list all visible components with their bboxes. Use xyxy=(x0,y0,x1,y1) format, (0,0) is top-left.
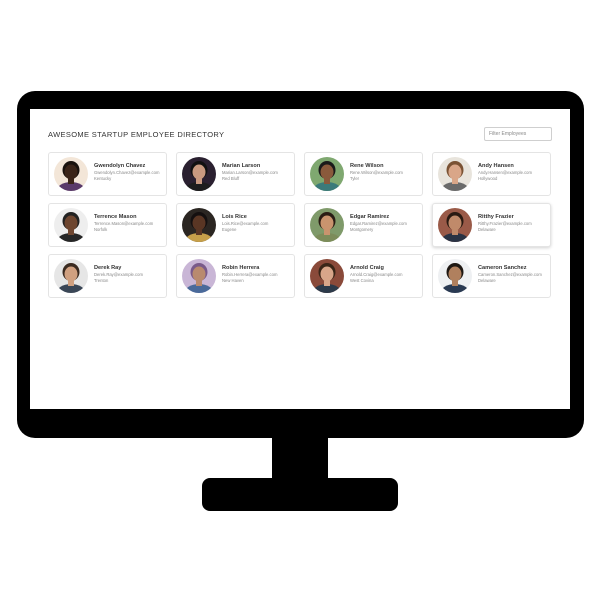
employee-info: Ritthy Frazier Ritthy.Frazier@example.co… xyxy=(478,214,548,232)
employee-photo xyxy=(438,259,472,293)
employee-card-1[interactable]: Gwendolyn Chavez Gwendolyn.Chavez@exampl… xyxy=(48,152,167,196)
employee-name: Cameron Sanchez xyxy=(478,265,527,271)
avatar xyxy=(54,259,88,293)
employee-card-12[interactable]: Cameron Sanchez Cameron.Sanchez@example.… xyxy=(432,254,551,298)
employee-info: Edgar Ramirez Edgar.Ramirez@example.com … xyxy=(350,214,420,232)
employee-photo xyxy=(310,208,344,242)
employee-name: Lois Rice xyxy=(222,214,247,220)
employee-info: Rene Wilson Rene.Wilson@example.com Tyle… xyxy=(350,163,420,181)
employee-photo xyxy=(182,208,216,242)
page-title: AWESOME STARTUP EMPLOYEE DIRECTORY xyxy=(48,130,225,139)
employee-email: Gwendolyn.Chavez@example.com xyxy=(94,170,160,175)
employee-name: Arnold Craig xyxy=(350,265,384,271)
employee-card-3[interactable]: Rene Wilson Rene.Wilson@example.com Tyle… xyxy=(304,152,423,196)
employee-city: Tyler xyxy=(350,175,360,181)
monitor-illustration: AWESOME STARTUP EMPLOYEE DIRECTORY Gwend… xyxy=(0,0,600,600)
employee-photo xyxy=(438,208,472,242)
employee-info: Gwendolyn Chavez Gwendolyn.Chavez@exampl… xyxy=(94,163,164,181)
employee-photo xyxy=(438,157,472,191)
employee-photo xyxy=(54,157,88,191)
employee-card-10[interactable]: Robin Herrera Robin.Herrera@example.com … xyxy=(176,254,295,298)
employee-photo xyxy=(182,157,216,191)
employee-info: Terrence Mason Terrence.Mason@example.co… xyxy=(94,214,164,232)
employee-info: Derek Ray Derek.Ray@example.com Trenton xyxy=(94,265,164,283)
employee-name: Gwendolyn Chavez xyxy=(94,163,146,169)
directory-header: AWESOME STARTUP EMPLOYEE DIRECTORY xyxy=(48,125,554,145)
employee-city: West Covina xyxy=(350,277,374,283)
avatar xyxy=(54,157,88,191)
employee-card-5[interactable]: Terrence Mason Terrence.Mason@example.co… xyxy=(48,203,167,247)
filter-employees-input[interactable] xyxy=(484,127,552,141)
monitor-neck xyxy=(272,437,328,482)
avatar xyxy=(438,208,472,242)
avatar xyxy=(182,157,216,191)
employee-city: Kentucky xyxy=(94,175,112,181)
employee-name: Edgar Ramirez xyxy=(350,214,390,220)
employee-city: Eugene xyxy=(222,226,237,232)
avatar xyxy=(54,208,88,242)
employee-card-7[interactable]: Edgar Ramirez Edgar.Ramirez@example.com … xyxy=(304,203,423,247)
employee-info: Arnold Craig Arnold.Craig@example.com We… xyxy=(350,265,420,283)
employee-city: Norfolk xyxy=(94,226,108,232)
employee-photo xyxy=(54,259,88,293)
employee-card-8[interactable]: Ritthy Frazier Ritthy.Frazier@example.co… xyxy=(432,203,551,247)
monitor-screen: AWESOME STARTUP EMPLOYEE DIRECTORY Gwend… xyxy=(30,109,570,409)
employee-card-4[interactable]: Andy Hansen Andy.Hansen@example.com Holl… xyxy=(432,152,551,196)
employee-city: Trenton xyxy=(94,277,109,283)
employee-card-2[interactable]: Marian Larson Marian.Larson@example.com … xyxy=(176,152,295,196)
employee-name: Robin Herrera xyxy=(222,265,260,271)
employee-info: Marian Larson Marian.Larson@example.com … xyxy=(222,163,292,181)
employee-name: Terrence Mason xyxy=(94,214,137,220)
avatar xyxy=(438,157,472,191)
employee-info: Cameron Sanchez Cameron.Sanchez@example.… xyxy=(478,265,548,283)
employee-grid: Gwendolyn Chavez Gwendolyn.Chavez@exampl… xyxy=(48,152,552,298)
employee-photo xyxy=(54,208,88,242)
employee-city: Montgomery xyxy=(350,226,374,232)
employee-card-6[interactable]: Lois Rice Lois.Rice@example.com Eugene xyxy=(176,203,295,247)
employee-city: Red Bluff xyxy=(222,175,240,181)
employee-city: Delaware xyxy=(478,277,496,283)
employee-photo xyxy=(310,259,344,293)
monitor-stand xyxy=(202,478,398,511)
avatar xyxy=(182,259,216,293)
avatar xyxy=(438,259,472,293)
employee-photo xyxy=(310,157,344,191)
employee-name: Rene Wilson xyxy=(350,163,384,169)
employee-info: Robin Herrera Robin.Herrera@example.com … xyxy=(222,265,292,283)
avatar xyxy=(310,208,344,242)
employee-name: Ritthy Frazier xyxy=(478,214,514,220)
employee-card-11[interactable]: Arnold Craig Arnold.Craig@example.com We… xyxy=(304,254,423,298)
employee-name: Marian Larson xyxy=(222,163,261,169)
employee-name: Derek Ray xyxy=(94,265,122,271)
employee-photo xyxy=(182,259,216,293)
employee-city: New Haven xyxy=(222,277,244,283)
employee-card-9[interactable]: Derek Ray Derek.Ray@example.com Trenton xyxy=(48,254,167,298)
avatar xyxy=(310,259,344,293)
employee-info: Lois Rice Lois.Rice@example.com Eugene xyxy=(222,214,292,232)
employee-email: Cameron.Sanchez@example.com xyxy=(478,272,542,277)
employee-info: Andy Hansen Andy.Hansen@example.com Holl… xyxy=(478,163,548,181)
employee-city: Hollywood xyxy=(478,175,498,181)
employee-name: Andy Hansen xyxy=(478,163,514,169)
avatar xyxy=(310,157,344,191)
employee-city: Delaware xyxy=(478,226,496,232)
avatar xyxy=(182,208,216,242)
